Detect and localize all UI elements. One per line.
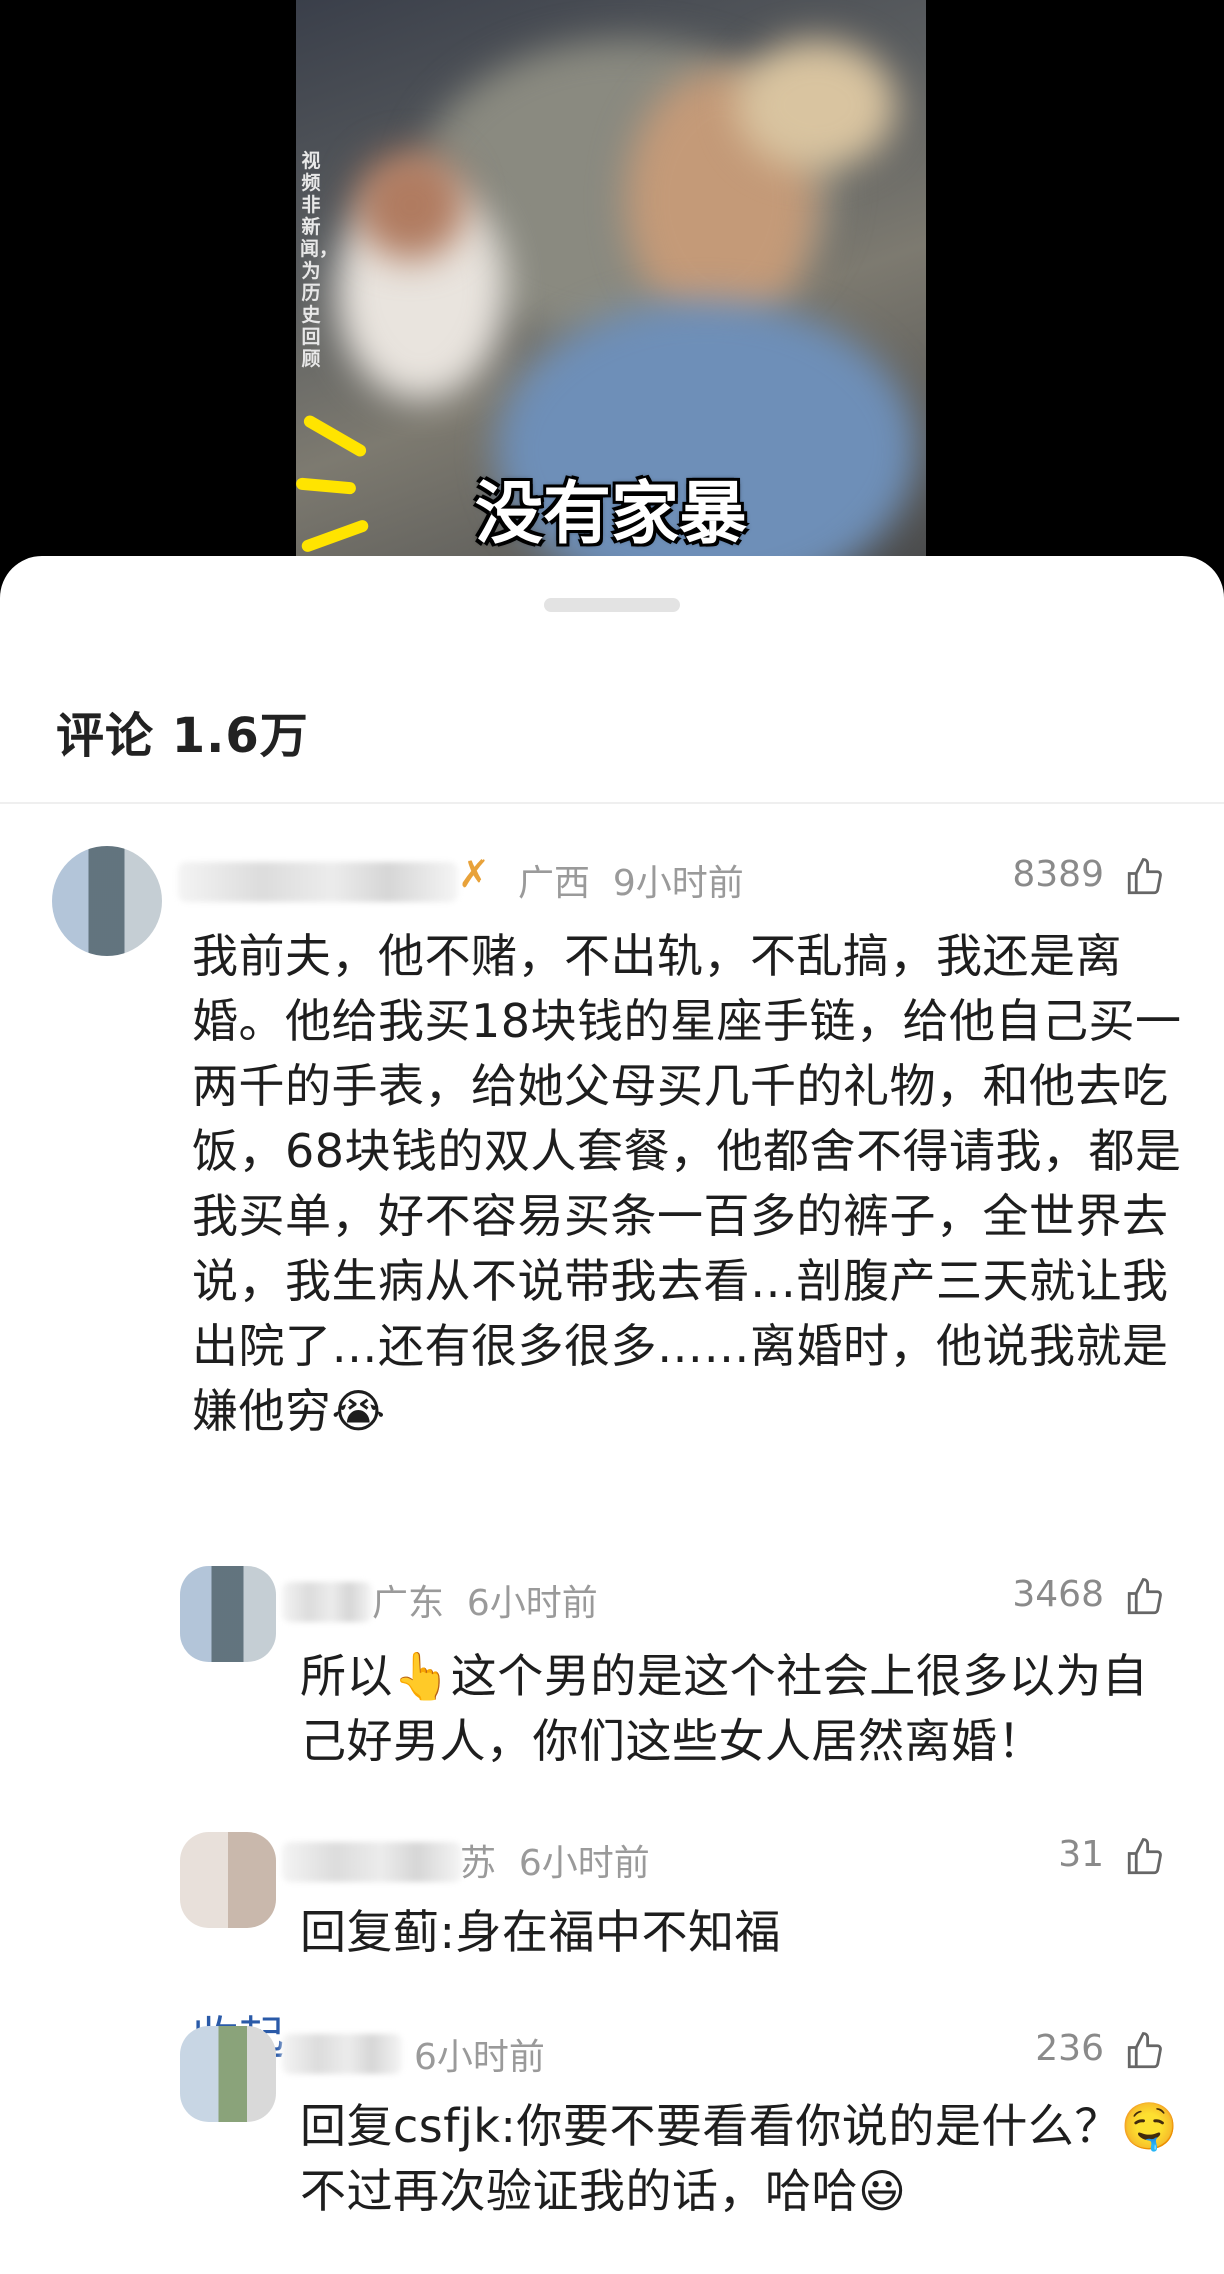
comment-time: 6小时前 [518, 1843, 650, 1884]
thumbs-up-icon[interactable] [1124, 1576, 1166, 1618]
comment-time: 6小时前 [466, 1583, 598, 1624]
comment-time: 9小时前 [612, 863, 744, 904]
username-blurred[interactable] [282, 1582, 372, 1622]
comment-text: 我前夫，他不赌，不出轨，不乱搞，我还是离婚。他给我买18块钱的星座手链，给他自己… [192, 929, 1182, 1438]
comments-sheet: 评论 1.6万 ✗ 广西 9小时前 8389 我前夫，他不赌，不出轨，不乱搞，我… [0, 556, 1224, 2274]
drag-handle[interactable] [544, 598, 680, 612]
comment-text: 回复蓟:身在福中不知福 [300, 1905, 781, 1959]
video-frame[interactable]: 视频非新闻，为历史回顾 没有家暴 [296, 0, 926, 560]
avatar[interactable] [52, 846, 162, 956]
like-count: 8389 [1012, 854, 1104, 895]
comment-location: 广东 [372, 1583, 445, 1624]
username-blurred[interactable] [282, 1842, 462, 1882]
comment-text: 所以👆这个男的是这个社会上很多以为自己好男人，你们这些女人居然离婚！ [300, 1649, 1149, 1768]
comment-meta: 广东 6小时前 [372, 1574, 598, 1626]
comment-time: 6小时前 [414, 2037, 545, 2078]
like-count: 3468 [1012, 1574, 1104, 1615]
comment-location: 苏 [460, 1843, 497, 1884]
like-count: 31 [1058, 1834, 1104, 1875]
thumbs-up-icon[interactable] [1124, 2030, 1166, 2072]
comment-meta: 6小时前 [414, 2028, 545, 2080]
video-side-note: 视频非新闻，为历史回顾 [300, 150, 339, 370]
username-blurred[interactable] [282, 2034, 402, 2074]
yellow-ray-decoration [301, 413, 369, 459]
divider [0, 802, 1224, 804]
avatar[interactable] [180, 2026, 276, 2122]
video-player[interactable]: 视频非新闻，为历史回顾 没有家暴 [0, 0, 1224, 560]
comment-text: 回复csfjk:你要不要看看你说的是什么？🤤不过再次验证我的话，哈哈😃 [300, 2099, 1179, 2218]
avatar[interactable] [180, 1566, 276, 1662]
comment-meta: 广西 9小时前 [518, 854, 744, 906]
comments-title: 评论 1.6万 [56, 708, 309, 764]
comment-meta: 苏 6小时前 [460, 1834, 650, 1886]
like-count: 236 [1035, 2028, 1104, 2069]
avatar[interactable] [180, 1832, 276, 1928]
comment-location: 广西 [518, 863, 591, 904]
video-caption: 没有家暴 [474, 475, 747, 554]
thumbs-up-icon[interactable] [1124, 1836, 1166, 1878]
username-blurred[interactable] [178, 862, 458, 902]
vip-badge-icon: ✗ [458, 852, 490, 896]
thumbs-up-icon[interactable] [1124, 856, 1166, 898]
